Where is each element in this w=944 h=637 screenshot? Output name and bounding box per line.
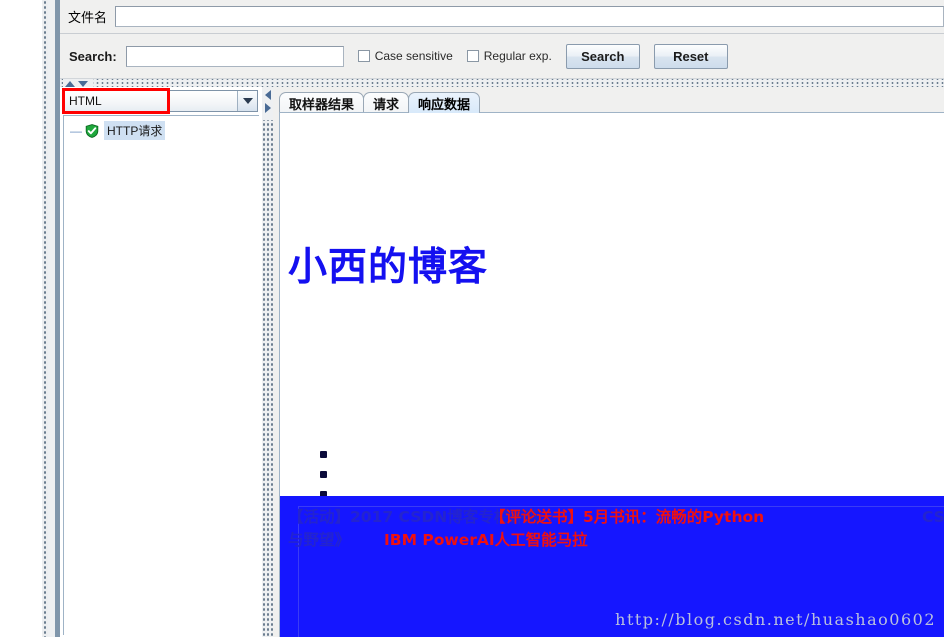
- checkbox-box-icon: [357, 50, 370, 62]
- search-button[interactable]: Search: [565, 43, 640, 69]
- blue-promo-banner: 【活动】2017 CSDN博客专栏评选 【评论送书】5月书讯：流畅的Python…: [280, 496, 944, 637]
- chevron-up-icon[interactable]: [65, 80, 75, 87]
- list-item-bullet: [320, 451, 327, 458]
- search-label: Search:: [69, 48, 117, 64]
- chevron-left-icon[interactable]: [264, 90, 271, 100]
- renderer-combobox[interactable]: HTML: [63, 90, 258, 112]
- chevron-down-icon: [242, 98, 253, 104]
- renderer-selected-value: HTML: [69, 94, 102, 108]
- tree-expand-handle[interactable]: —: [69, 124, 83, 138]
- tab-strip: 取样器结果 请求 响应数据: [279, 91, 481, 113]
- banner-link-book-news[interactable]: 【评论送书】5月书讯：流畅的Python: [490, 505, 764, 527]
- main-panel: 文件名 Search: Case sensitive Regular exp. …: [60, 0, 944, 637]
- filename-label: 文件名: [68, 10, 108, 25]
- case-sensitive-label: Case sensitive: [374, 49, 453, 63]
- list-item-bullet: [320, 471, 327, 478]
- tab-sampler-result[interactable]: 取样器结果: [279, 92, 365, 113]
- response-tab-panel: 取样器结果 请求 响应数据 小西的博客 【活动】2017 CSDN博客专栏评选: [273, 87, 944, 637]
- rendered-html-page: 小西的博客 【活动】2017 CSDN博客专栏评选 【评论送书】5月书讯：流畅的…: [280, 113, 944, 637]
- inner-split-divider[interactable]: [262, 87, 273, 637]
- tab-request[interactable]: 请求: [363, 92, 410, 113]
- filename-row: 文件名: [60, 0, 944, 34]
- green-shield-check-icon: [85, 123, 99, 138]
- regular-exp-label: Regular exp.: [483, 49, 552, 63]
- result-tree[interactable]: — HTTP请求: [63, 115, 259, 635]
- reset-button[interactable]: Reset: [653, 43, 728, 69]
- renderer-tree-panel: HTML — HTTP请求: [60, 87, 262, 637]
- banner-link-csdn-daily[interactable]: CSDN日: [922, 505, 944, 527]
- banner-link-ambition[interactable]: 与野望》: [288, 528, 350, 550]
- blog-heading: 小西的博客: [288, 245, 489, 290]
- banner-link-ibm-powerai[interactable]: IBM PowerAI人工智能马拉: [384, 528, 588, 550]
- case-sensitive-checkbox[interactable]: Case sensitive: [357, 49, 453, 63]
- tree-item-label: HTTP请求: [104, 121, 166, 140]
- watermark-url: http://blog.csdn.net/huashao0602: [615, 610, 936, 629]
- inner-split-collapse-arrows[interactable]: [262, 88, 273, 120]
- regular-exp-checkbox[interactable]: Regular exp.: [466, 49, 552, 63]
- search-toolbar: Search: Case sensitive Regular exp. Sear…: [60, 34, 944, 78]
- outer-split-filler: [48, 0, 55, 637]
- response-render-area[interactable]: 小西的博客 【活动】2017 CSDN博客专栏评选 【评论送书】5月书讯：流畅的…: [279, 112, 944, 637]
- chevron-down-icon[interactable]: [78, 80, 88, 87]
- tree-item-http-request[interactable]: — HTTP请求: [64, 121, 259, 140]
- search-input[interactable]: [125, 45, 344, 67]
- filename-input[interactable]: [115, 6, 944, 27]
- chevron-right-icon[interactable]: [264, 103, 271, 113]
- checkbox-box-icon: [466, 50, 479, 62]
- renderer-dropdown-button[interactable]: [237, 91, 257, 111]
- tab-response-data[interactable]: 响应数据: [408, 92, 481, 113]
- left-white-gutter: [0, 0, 42, 637]
- app-window: 文件名 Search: Case sensitive Regular exp. …: [0, 0, 944, 637]
